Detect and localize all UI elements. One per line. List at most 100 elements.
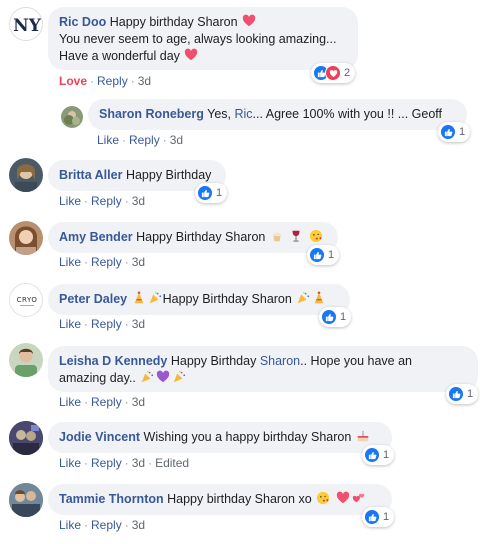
mention-link[interactable]: Sharon	[260, 354, 300, 368]
reaction-badge[interactable]: 1	[438, 122, 471, 142]
purple-heart-emoji-icon	[157, 370, 170, 383]
comment-author[interactable]: Leisha D Kennedy	[59, 354, 167, 368]
reply-button[interactable]: Reply	[91, 194, 122, 208]
comment-actions: Like · Reply · 3d	[59, 317, 146, 331]
comment-timestamp[interactable]: 3d	[138, 74, 151, 88]
comment-author[interactable]: Amy Bender	[59, 230, 133, 244]
reaction-badge[interactable]: 1	[195, 183, 228, 203]
like-button[interactable]: Like	[59, 255, 81, 269]
avatar[interactable]: CRYO	[9, 283, 43, 317]
reaction-badge[interactable]: 2	[311, 63, 356, 83]
like-button[interactable]: Like	[59, 194, 81, 208]
comment-timestamp[interactable]: 3d	[132, 456, 145, 470]
comment-bubble: Amy Bender Happy Birthday Sharon	[48, 222, 338, 253]
reply-button[interactable]: Reply	[91, 395, 122, 409]
comment-text-continued: ... Agree 100% with you !! ... Geoff	[252, 107, 443, 121]
svg-text:NY: NY	[13, 16, 42, 36]
love-button[interactable]: Love	[59, 74, 87, 88]
reaction-count: 1	[383, 449, 390, 461]
comment-text: Happy Birthday	[170, 354, 257, 368]
party-popper-emoji-icon	[149, 292, 161, 304]
comment-bubble: Leisha D Kennedy Happy Birthday Sharon..…	[48, 346, 478, 392]
comment-actions: Like · Reply · 3d	[59, 255, 146, 269]
reaction-badge[interactable]: 1	[362, 507, 395, 527]
comment-author[interactable]: Ric Doo	[59, 15, 106, 29]
comment-timestamp[interactable]: 3d	[132, 194, 145, 208]
avatar[interactable]	[9, 343, 43, 377]
heart-emoji-icon	[242, 14, 256, 27]
birthday-cake-emoji-icon	[357, 430, 369, 442]
comment-bubble: Peter Daley Happy Birthday Sharon	[48, 284, 350, 315]
comment-timestamp[interactable]: 3d	[132, 317, 145, 331]
comment-timestamp[interactable]: 3d	[132, 395, 145, 409]
reaction-count: 1	[328, 249, 335, 261]
comment-text: Happy Birthday	[125, 168, 212, 182]
svg-text:CRYO: CRYO	[17, 296, 38, 304]
avatar[interactable]	[9, 421, 43, 455]
heart-emoji-icon	[185, 48, 198, 61]
comment-text-line2: You never seem to age, always looking am…	[59, 32, 337, 46]
reaction-badge[interactable]: 1	[362, 445, 395, 465]
reply-button[interactable]: Reply	[91, 456, 122, 470]
like-button[interactable]: Like	[97, 133, 119, 147]
like-reaction-icon	[197, 185, 213, 201]
kissing-face-emoji-icon	[309, 229, 322, 243]
avatar[interactable]	[61, 106, 83, 128]
mention-link[interactable]: Ric	[234, 107, 252, 121]
like-button[interactable]: Like	[59, 518, 81, 532]
comment-author[interactable]: Tammie Thornton	[59, 492, 164, 506]
reply-button[interactable]: Reply	[97, 74, 128, 88]
reaction-count: 1	[340, 311, 347, 323]
comment-actions: Like · Reply · 3d	[59, 518, 146, 532]
heart-emoji-icon	[336, 491, 349, 504]
wine-glass-emoji-icon	[292, 230, 300, 242]
comment-actions: Like · Reply · 3d · Edited	[59, 456, 190, 470]
reply-button[interactable]: Reply	[91, 255, 122, 269]
comment-author[interactable]: Sharon Roneberg	[99, 107, 204, 121]
like-button[interactable]: Like	[59, 317, 81, 331]
comment-text: Wishing you a happy birthday Sharon	[143, 430, 352, 444]
cupcake-emoji-icon	[272, 232, 282, 242]
comment-author[interactable]: Peter Daley	[59, 292, 127, 306]
like-button[interactable]: Like	[59, 456, 81, 470]
comment-text: Happy birthday Sharon xo	[167, 492, 312, 506]
comment-text-line2: amazing day..	[59, 371, 136, 385]
comment-bubble: Ric Doo Happy birthday Sharon You never …	[48, 7, 358, 70]
comment-bubble: Sharon Roneberg Yes, Ric... Agree 100% w…	[88, 99, 467, 130]
party-popper-emoji-icon	[142, 371, 154, 383]
comment-actions: Like · Reply · 3d	[59, 194, 146, 208]
comment-text: Yes,	[207, 107, 231, 121]
like-reaction-icon	[321, 309, 337, 325]
avatar[interactable]	[9, 158, 43, 192]
reaction-count: 1	[459, 126, 466, 138]
reaction-badge[interactable]: 1	[307, 245, 340, 265]
comment-actions: Love · Reply · 3d	[59, 74, 152, 88]
reply-button[interactable]: Reply	[91, 317, 122, 331]
reply-button[interactable]: Reply	[91, 518, 122, 532]
comment-timestamp[interactable]: 3d	[132, 518, 145, 532]
like-button[interactable]: Like	[59, 395, 81, 409]
avatar[interactable]	[9, 221, 43, 255]
comment-timestamp[interactable]: 3d	[132, 255, 145, 269]
party-popper-emoji-icon	[174, 371, 186, 383]
comment-bubble: Tammie Thornton Happy birthday Sharon xo	[48, 484, 392, 515]
reaction-badge[interactable]: 1	[319, 307, 352, 327]
reaction-badge[interactable]: 1	[446, 384, 479, 404]
edited-label[interactable]: Edited	[155, 456, 189, 470]
comment-actions: Like · Reply · 3d	[59, 395, 146, 409]
reaction-count: 1	[216, 187, 223, 199]
kissing-face-emoji-icon	[317, 491, 330, 505]
comment-author[interactable]: Britta Aller	[59, 168, 122, 182]
reply-button[interactable]: Reply	[129, 133, 160, 147]
comment-text: Happy Birthday Sharon	[136, 230, 266, 244]
comment-text: Happy Birthday Sharon	[162, 292, 292, 306]
love-reaction-icon	[325, 65, 341, 81]
avatar[interactable]: NY	[9, 7, 43, 41]
comment-timestamp[interactable]: 3d	[170, 133, 183, 147]
reaction-count: 1	[467, 388, 474, 400]
comment-bubble: Jodie Vincent Wishing you a happy birthd…	[48, 422, 392, 453]
party-hat-emoji-icon	[314, 291, 324, 304]
reaction-count: 2	[344, 67, 351, 79]
comment-author[interactable]: Jodie Vincent	[59, 430, 140, 444]
avatar[interactable]	[9, 483, 43, 517]
